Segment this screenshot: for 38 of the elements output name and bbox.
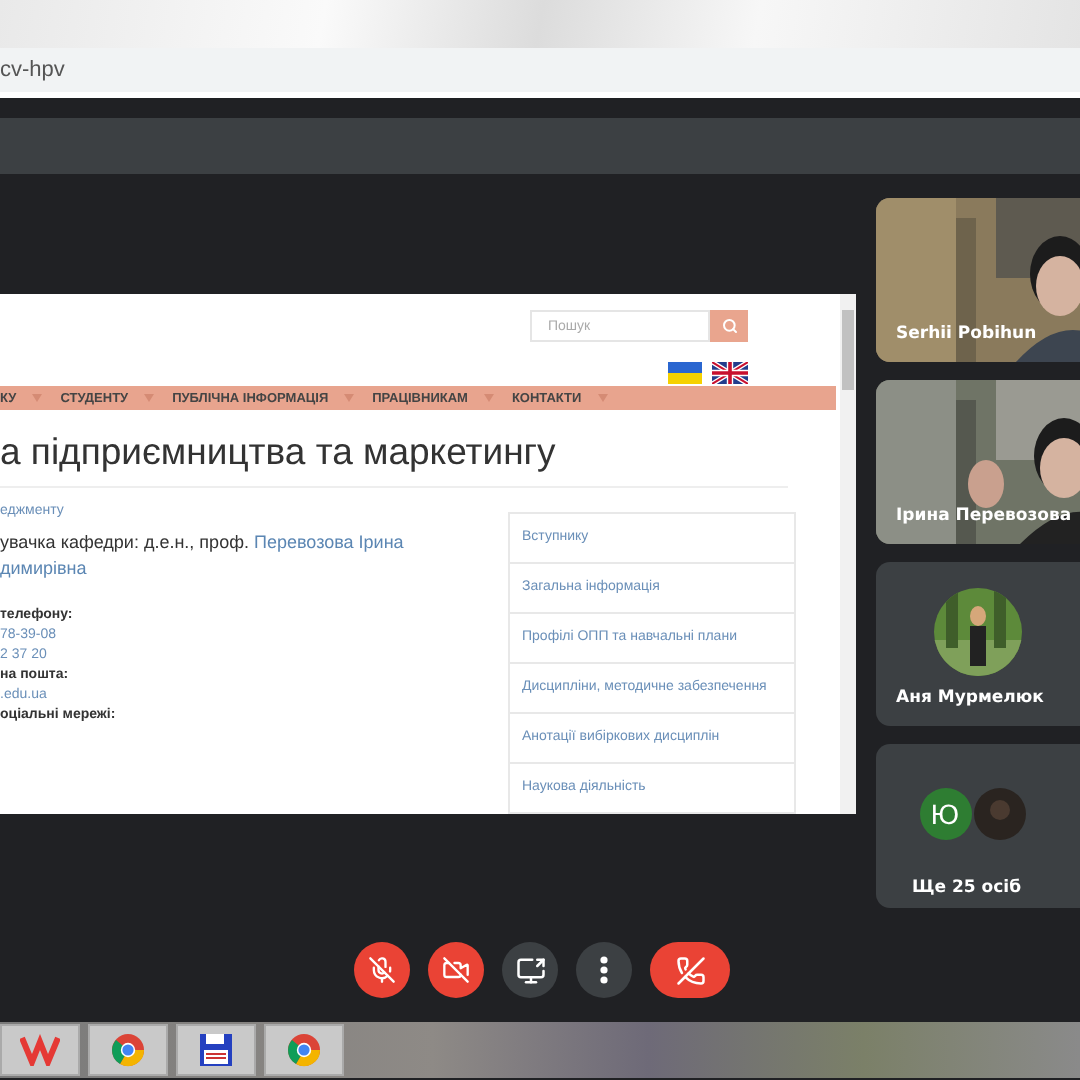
dropdown-caret-icon — [597, 394, 608, 403]
head-name-link[interactable]: Перевозова Ірина — [254, 532, 404, 552]
participant-name: Ірина Перевозова — [896, 506, 1072, 526]
dropdown-caret-icon — [32, 394, 43, 403]
camera-button[interactable] — [428, 942, 484, 998]
dropdown-caret-icon — [483, 394, 494, 403]
department-head-text: увачка кафедри: д.е.н., проф. Перевозова Ірина димирівна — [0, 530, 406, 582]
avatar-icon — [973, 788, 1025, 840]
taskbar-button[interactable] — [176, 1024, 256, 1076]
avatar: Ю — [919, 788, 971, 840]
dropdown-caret-icon — [344, 394, 355, 403]
mic-button[interactable] — [354, 942, 410, 998]
participant-tile[interactable]: Ю Ще 25 осіб — [876, 744, 1080, 908]
participant-tile[interactable]: Ірина Перевозова — [876, 380, 1080, 544]
page-title: а підприємництва та маркетингу — [0, 410, 788, 488]
search-icon — [721, 318, 737, 334]
participant-name: Аня Мурмелюк — [896, 688, 1044, 708]
more-options-icon — [600, 956, 608, 984]
browser-icon — [110, 1032, 146, 1068]
hang-up-icon — [675, 955, 705, 985]
browser-icon — [286, 1032, 322, 1068]
hang-up-button[interactable] — [650, 942, 730, 998]
present-screen-icon — [515, 955, 545, 985]
participant-tile[interactable]: Аня Мурмелюк — [876, 562, 1080, 726]
ukraine-flag-icon[interactable] — [668, 362, 702, 384]
camera-off-icon — [442, 956, 470, 984]
more-participants-text: Ще 25 осіб — [912, 878, 1022, 898]
uk-flag-icon[interactable] — [712, 362, 748, 384]
muted-microphone-icon — [368, 956, 396, 984]
participant-name: Serhii Pobihun — [896, 324, 1037, 344]
scrollbar[interactable] — [840, 294, 856, 814]
dropdown-caret-icon — [144, 394, 155, 403]
office-app-icon — [20, 1034, 60, 1066]
present-button[interactable] — [502, 942, 558, 998]
more-button[interactable] — [576, 942, 632, 998]
address-text[interactable]: cv-hpv — [0, 58, 65, 82]
head-name-link[interactable]: димирівна — [0, 558, 87, 578]
participant-tile[interactable]: Serhii Pobihun — [876, 198, 1080, 362]
